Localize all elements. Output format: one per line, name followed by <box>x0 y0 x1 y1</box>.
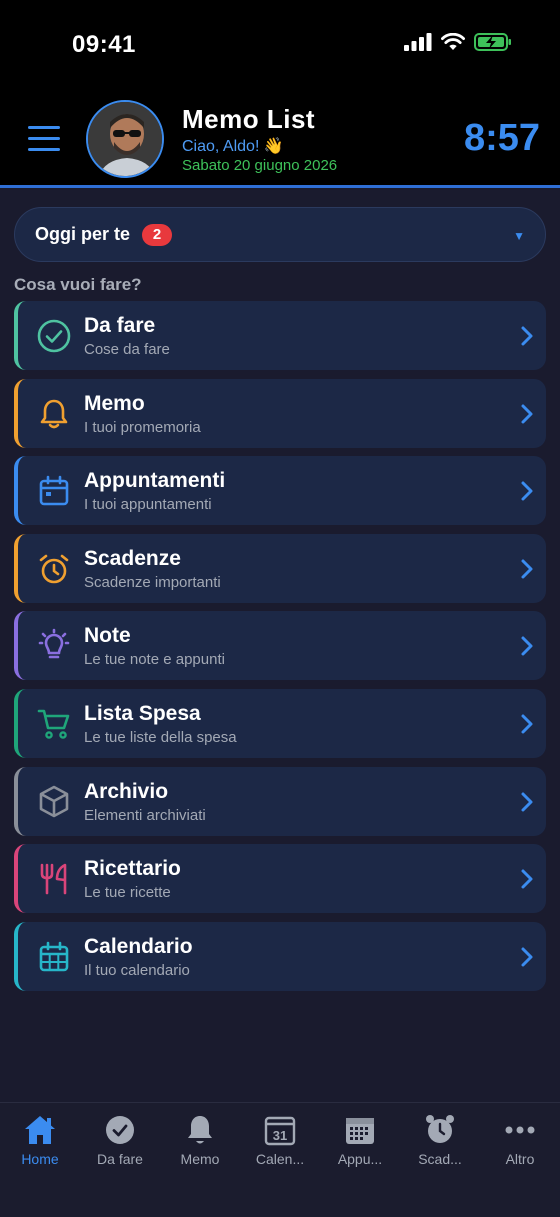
card-title: Memo <box>84 391 145 415</box>
chevron-right-icon <box>521 481 533 501</box>
tab-label: Appu... <box>337 1151 383 1167</box>
menu-card-calendario[interactable]: Calendario Il tuo calendario <box>14 921 546 991</box>
menu-card-note[interactable]: Note Le tue note e appunti <box>14 611 546 681</box>
tab-label: Memo <box>180 1151 220 1167</box>
tab-label: Calen... <box>255 1151 305 1167</box>
check-circle-icon <box>37 319 71 353</box>
calendar-icon <box>39 475 69 506</box>
card-title: Da fare <box>84 314 156 337</box>
today-for-you-dropdown[interactable]: Oggi per te 2 ▼ <box>14 207 546 262</box>
chevron-right-icon <box>521 559 533 579</box>
card-title: Note <box>84 624 131 648</box>
tab-appuntamenti[interactable]: Appu... <box>320 1113 400 1167</box>
greeting: Ciao, Aldo! 👋 <box>182 138 284 155</box>
alarm-icon <box>39 554 69 584</box>
chevron-right-icon <box>521 636 533 656</box>
today-label: Oggi per te <box>35 224 131 244</box>
tab-label: Scad... <box>418 1151 462 1167</box>
menu-card-ricettario[interactable]: Ricettario Le tue ricette <box>14 844 546 914</box>
card-subtitle: Cose da fare <box>84 341 170 358</box>
battery-charging-icon <box>474 33 511 51</box>
menu-list: Da fare Cose da fare Memo I tuoi promemo… <box>14 301 546 999</box>
card-title: Appuntamenti <box>84 469 226 493</box>
status-time: 09:41 <box>72 31 136 58</box>
tab-memo[interactable]: Memo <box>160 1113 240 1167</box>
menu-card-appuntamenti[interactable]: Appuntamenti I tuoi appuntamenti <box>14 456 546 526</box>
card-title: Calendario <box>84 934 193 958</box>
app-title: Memo List <box>182 104 316 134</box>
card-subtitle: I tuoi appuntamenti <box>84 496 212 514</box>
card-title: Ricettario <box>84 857 181 881</box>
box-icon <box>39 785 69 817</box>
bell-icon <box>40 399 68 428</box>
more-icon <box>505 1126 535 1134</box>
notification-badge: 2 <box>142 223 173 246</box>
alarm-clock-icon <box>426 1115 454 1143</box>
calendar-31-icon: 31 <box>264 1116 296 1146</box>
calendar-grid-icon <box>346 1118 374 1144</box>
tab-calendario[interactable]: 31 Calen... <box>240 1113 320 1167</box>
caret-down-icon: ▼ <box>513 229 525 243</box>
chevron-right-icon <box>521 404 533 424</box>
bell-icon <box>188 1116 212 1144</box>
chevron-right-icon <box>521 869 533 889</box>
tab-home[interactable]: Home <box>0 1113 80 1167</box>
menu-card-lista-spesa[interactable]: Lista Spesa Le tue liste della spesa <box>14 688 546 758</box>
signal-icon <box>404 33 432 51</box>
tab-da-fare[interactable]: Da fare <box>80 1113 160 1167</box>
card-title: Lista Spesa <box>84 701 201 725</box>
menu-card-archivio[interactable]: Archivio Elementi archiviati <box>14 766 546 836</box>
card-subtitle: Le tue note e appunti <box>84 651 225 669</box>
tab-label: Home <box>21 1151 59 1167</box>
status-icons <box>404 33 512 51</box>
top-header: 09:41 Memo List Ciao, Aldo! 👋 Sabato 20 … <box>0 0 560 188</box>
lightbulb-icon <box>38 629 70 659</box>
clock: 8:57 <box>463 117 540 159</box>
tab-label: Altro <box>505 1151 535 1167</box>
card-subtitle: Le tue liste della spesa <box>84 728 237 746</box>
menu-card-da-fare[interactable]: Da fare Cose da fare <box>14 301 546 370</box>
home-icon <box>25 1116 55 1144</box>
card-subtitle: Elementi archiviati <box>84 806 206 824</box>
card-title: Archivio <box>84 779 169 803</box>
card-title: Scadenze <box>84 546 181 570</box>
chevron-right-icon <box>521 792 533 812</box>
wifi-icon <box>441 33 465 50</box>
chevron-right-icon <box>521 947 533 967</box>
calendar-grid-icon <box>39 941 69 972</box>
chevron-right-icon <box>521 714 533 734</box>
avatar[interactable] <box>86 100 164 178</box>
tab-bar: Home Da fare Memo 31 Calen... Appu... Sc… <box>0 1102 560 1217</box>
cutlery-icon <box>40 863 67 895</box>
card-subtitle: Il tuo calendario <box>84 961 190 979</box>
tab-scadenze[interactable]: Scad... <box>400 1113 480 1167</box>
card-subtitle: Le tue ricette <box>84 884 171 902</box>
tab-label: Da fare <box>97 1151 143 1167</box>
card-subtitle: Scadenze importanti <box>84 573 221 591</box>
current-date: Sabato 20 giugno 2026 <box>182 157 338 174</box>
section-title: Cosa vuoi fare? <box>14 275 142 294</box>
card-subtitle: I tuoi promemoria <box>84 418 201 436</box>
calendar-day-number: 31 <box>273 1128 287 1143</box>
check-circle-icon <box>106 1116 134 1144</box>
menu-card-scadenze[interactable]: Scadenze Scadenze importanti <box>14 533 546 603</box>
menu-card-memo[interactable]: Memo I tuoi promemoria <box>14 378 546 448</box>
cart-icon <box>37 709 70 739</box>
hamburger-menu-icon[interactable] <box>28 126 60 152</box>
tab-altro[interactable]: Altro <box>480 1113 560 1167</box>
chevron-right-icon <box>521 326 533 346</box>
